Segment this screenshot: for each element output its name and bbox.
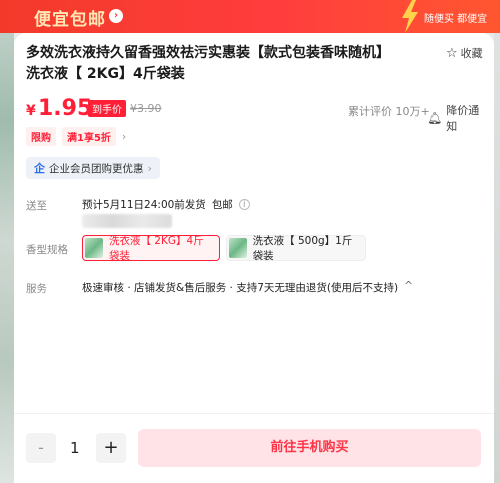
shipping-info[interactable]: 预计5月11日24:00前发货 包邮 i: [82, 197, 250, 212]
promo-tags[interactable]: 限购 满1享5折 ›: [26, 126, 126, 146]
quantity-increase-button[interactable]: +: [96, 433, 126, 463]
currency-symbol: ¥: [26, 103, 36, 119]
price-row: ¥ 1.95 到手价 ¥3.90 累计评价 10万+ 🔔︎ 降价通知: [26, 96, 486, 133]
notify-label: 降价通知: [446, 104, 480, 133]
price-tag: 到手价: [88, 100, 126, 117]
original-price: ¥3.90: [130, 102, 162, 115]
free-shipping: 包邮: [211, 199, 233, 211]
chevron-up-icon[interactable]: ^: [404, 280, 413, 295]
service-text: 极速审核 · 店铺发货&售后服务 · 支持7天无理由退货(使用后不支持): [82, 282, 399, 294]
bell-icon: 🔔︎: [427, 111, 443, 125]
variant-thumbnail: [85, 238, 103, 258]
backdrop-right: [494, 0, 500, 483]
quantity-value[interactable]: 1: [70, 439, 80, 457]
service-label: 服务: [26, 283, 47, 295]
service-info[interactable]: 极速审核 · 店铺发货&售后服务 · 支持7天无理由退货(使用后不支持) ^: [82, 280, 413, 295]
enterprise-promo-text: 企业会员团购更优惠: [49, 162, 144, 175]
banner-title: 便宜包邮: [34, 10, 106, 30]
chevron-right-icon[interactable]: ›: [122, 130, 126, 143]
variant-label: 香型规格: [26, 244, 68, 256]
product-card: 多效洗衣液持久留香强效祛污实惠装【款式包装香味随机】 洗衣液【 2KG】4斤袋装…: [14, 33, 494, 483]
banner-slogan: 随便买 都便宜: [424, 14, 488, 25]
tag-limit: 限购: [26, 126, 56, 146]
divider: [14, 413, 494, 414]
price-value: 1.95: [38, 96, 93, 121]
tag-discount: 满1享5折: [62, 126, 116, 146]
variant-option-500g[interactable]: 洗衣液【 500g】1斤袋装: [226, 235, 366, 262]
variant-option-2kg[interactable]: 洗衣液【 2KG】4斤袋装: [82, 235, 220, 262]
enterprise-promo[interactable]: 企 企业会员团购更优惠 ›: [26, 157, 160, 179]
lightning-icon: [402, 0, 418, 33]
favorite-button[interactable]: ☆ 收藏: [446, 45, 483, 61]
shipping-estimate: 预计5月11日24:00前发货: [82, 199, 206, 211]
promo-banner[interactable]: 便宜包邮 › 随便买 都便宜: [0, 0, 500, 33]
price-notify-button[interactable]: 🔔︎ 降价通知: [427, 102, 486, 134]
variant-text: 洗衣液【 2KG】4斤袋装: [108, 235, 204, 262]
info-icon[interactable]: i: [238, 199, 250, 210]
variant-thumbnail: [229, 238, 247, 258]
product-title: 多效洗衣液持久留香强效祛污实惠装【款式包装香味随机】 洗衣液【 2KG】4斤袋装: [26, 45, 390, 82]
reviews-count[interactable]: 累计评价 10万+: [348, 103, 430, 119]
buy-on-mobile-button[interactable]: 前往手机购买: [138, 429, 481, 467]
chevron-right-icon[interactable]: ›: [109, 9, 123, 23]
address-redacted[interactable]: [82, 214, 172, 228]
star-icon: ☆: [446, 45, 458, 61]
enterprise-icon: 企: [34, 162, 45, 175]
variant-text: 洗衣液【 500g】1斤袋装: [252, 235, 353, 262]
chevron-right-icon: ›: [147, 161, 152, 175]
quantity-decrease-button[interactable]: -: [26, 433, 56, 463]
shipping-label: 送至: [26, 200, 47, 212]
backdrop-left: [0, 0, 14, 483]
favorite-label: 收藏: [460, 47, 483, 60]
